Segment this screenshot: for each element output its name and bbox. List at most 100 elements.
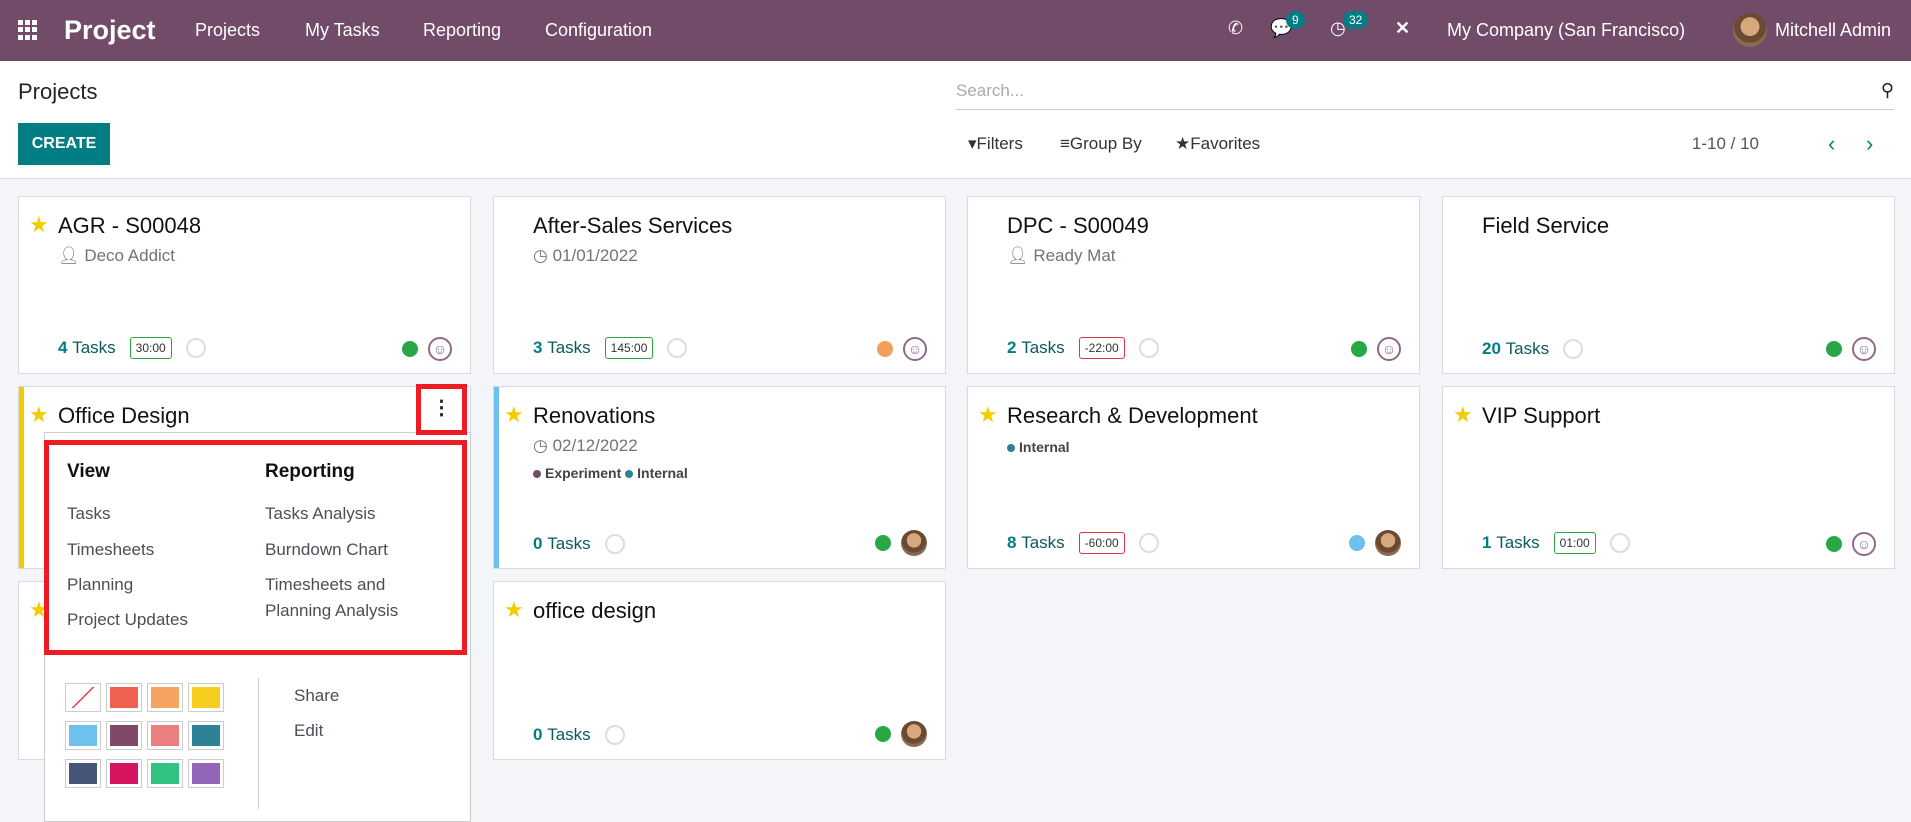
color-swatch[interactable] (106, 721, 142, 750)
color-swatch[interactable] (188, 721, 224, 750)
customer: 👤︎ Ready Mat (1007, 246, 1116, 265)
color-swatch[interactable] (188, 759, 224, 788)
favorite-star-icon[interactable]: ★ (1453, 402, 1473, 428)
color-swatch[interactable] (147, 683, 183, 712)
user-menu[interactable]: Mitchell Admin (1775, 20, 1891, 41)
color-swatch[interactable] (65, 759, 101, 788)
activity-clock-icon[interactable] (1609, 533, 1630, 553)
messages-badge: 9 (1286, 11, 1305, 29)
favorites-button[interactable]: ★Favorites (1175, 134, 1260, 154)
color-swatch[interactable] (106, 759, 142, 788)
favorite-star-icon[interactable]: ★ (978, 402, 998, 428)
project-card[interactable]: ★ Renovations ◷ 02/12/2022 Experiment Inter… (493, 386, 946, 569)
user-avatar[interactable] (1733, 13, 1767, 47)
project-card[interactable]: ★ office design 0 Tasks (493, 581, 946, 760)
pager-value[interactable]: 1-10 / 10 (1692, 134, 1759, 154)
project-name[interactable]: Office Design (58, 403, 190, 429)
menu-configuration[interactable]: Configuration (545, 20, 652, 41)
control-panel: Projects CREATE Search... ⚲ ▾Filters ≡Gro… (0, 61, 1911, 179)
color-swatch[interactable] (147, 721, 183, 750)
apps-menu-icon[interactable] (18, 20, 38, 40)
favorite-star-icon[interactable]: ★ (29, 402, 49, 428)
status-dot[interactable] (1349, 535, 1365, 551)
project-name[interactable]: Field Service (1482, 213, 1609, 239)
search-icon[interactable]: ⚲ (1881, 80, 1894, 101)
dropdown-divider (258, 678, 259, 809)
tasks-count-link[interactable]: 2 Tasks (1007, 338, 1065, 358)
status-dot[interactable] (875, 535, 891, 551)
group-by-button[interactable]: ≡Group By (1060, 134, 1142, 154)
pager-previous-icon[interactable]: ‹ (1828, 131, 1835, 157)
tasks-count-link[interactable]: 0 Tasks (533, 725, 591, 745)
menu-reporting[interactable]: Reporting (423, 20, 501, 41)
activity-clock-icon[interactable] (667, 338, 688, 358)
project-name[interactable]: Research & Development (1007, 403, 1258, 429)
share-action[interactable]: Share (294, 683, 339, 709)
status-dot[interactable] (875, 726, 891, 742)
project-name[interactable]: DPC - S00049 (1007, 213, 1149, 239)
remaining-hours-badge: 30:00 (129, 337, 172, 359)
favorites-label: Favorites (1190, 134, 1261, 153)
color-swatch[interactable] (106, 683, 142, 712)
activity-clock-icon[interactable] (1138, 338, 1159, 358)
search-placeholder: Search... (956, 81, 1025, 100)
smiley-avatar-icon: ☺ (903, 337, 927, 361)
tasks-count-link[interactable]: 0 Tasks (533, 534, 591, 554)
highlight-box-menu (44, 440, 467, 655)
page-title: Projects (18, 79, 98, 104)
tasks-count-link[interactable]: 8 Tasks (1007, 533, 1065, 553)
project-card[interactable]: DPC - S00049 👤︎ Ready Mat 2 Tasks -22:00 ☺ (967, 196, 1420, 374)
color-swatch[interactable] (147, 759, 183, 788)
activity-clock-icon[interactable] (1563, 339, 1584, 359)
menu-my-tasks[interactable]: My Tasks (305, 20, 380, 41)
filters-label: Filters (976, 134, 1023, 153)
status-dot[interactable] (402, 341, 418, 357)
tasks-count-link[interactable]: 1 Tasks (1482, 533, 1540, 553)
search-input[interactable]: Search... ⚲ (956, 76, 1894, 110)
status-dot[interactable] (1826, 341, 1842, 357)
project-name[interactable]: office design (533, 598, 656, 624)
tags: Internal (1007, 439, 1070, 455)
favorite-star-icon[interactable]: ★ (29, 212, 49, 238)
user-icon: 👤︎ (58, 246, 85, 265)
project-name[interactable]: Renovations (533, 403, 655, 429)
remaining-hours-badge: 145:00 (604, 337, 654, 359)
project-card[interactable]: Field Service 20 Tasks ☺ (1442, 196, 1895, 374)
debug-tools-icon[interactable]: ✕ (1395, 18, 1410, 39)
activity-clock-icon[interactable] (604, 725, 625, 745)
kebab-menu-button[interactable]: ⋮ (416, 384, 467, 435)
project-name[interactable]: AGR - S00048 (58, 213, 201, 239)
activity-clock-icon[interactable] (604, 534, 625, 554)
status-dot[interactable] (877, 341, 893, 357)
tasks-count-link[interactable]: 3 Tasks (533, 338, 591, 358)
pager-next-icon[interactable]: › (1866, 131, 1873, 157)
filters-button[interactable]: ▾Filters (968, 134, 1023, 154)
create-button[interactable]: CREATE (18, 123, 110, 165)
phone-icon[interactable]: ✆ (1228, 18, 1243, 39)
favorite-star-icon[interactable]: ★ (504, 402, 524, 428)
project-name[interactable]: After-Sales Services (533, 213, 732, 239)
menu-projects[interactable]: Projects (195, 20, 260, 41)
project-card[interactable]: ★ AGR - S00048 👤︎ Deco Addict 4 Tasks 30:00 ☺ (18, 196, 471, 374)
activity-clock-icon[interactable] (1138, 533, 1159, 553)
tasks-count-link[interactable]: 4 Tasks (58, 338, 116, 358)
activity-clock-icon[interactable] (185, 338, 206, 358)
status-dot[interactable] (1826, 536, 1842, 552)
project-card[interactable]: ★ Research & Development Internal 8 Tasks -… (967, 386, 1420, 569)
edit-action[interactable]: Edit (294, 718, 323, 744)
project-name[interactable]: VIP Support (1482, 403, 1600, 429)
tag: Experiment (533, 465, 625, 481)
color-swatch[interactable] (188, 683, 224, 712)
color-swatch[interactable] (65, 683, 101, 712)
company-switcher[interactable]: My Company (San Francisco) (1447, 20, 1685, 41)
status-dot[interactable] (1351, 341, 1367, 357)
remaining-hours-badge: -22:00 (1078, 337, 1125, 359)
favorite-star-icon[interactable]: ★ (504, 597, 524, 623)
app-name[interactable]: Project (64, 15, 156, 46)
project-card[interactable]: After-Sales Services ◷ 01/01/2022 3 Tasks 1… (493, 196, 946, 374)
color-swatch[interactable] (65, 721, 101, 750)
remaining-hours-badge: 01:00 (1553, 532, 1596, 554)
tasks-count-link[interactable]: 20 Tasks (1482, 339, 1549, 359)
group-by-icon: ≡ (1060, 134, 1070, 153)
project-card[interactable]: ★ VIP Support 1 Tasks 01:00 ☺ (1442, 386, 1895, 569)
